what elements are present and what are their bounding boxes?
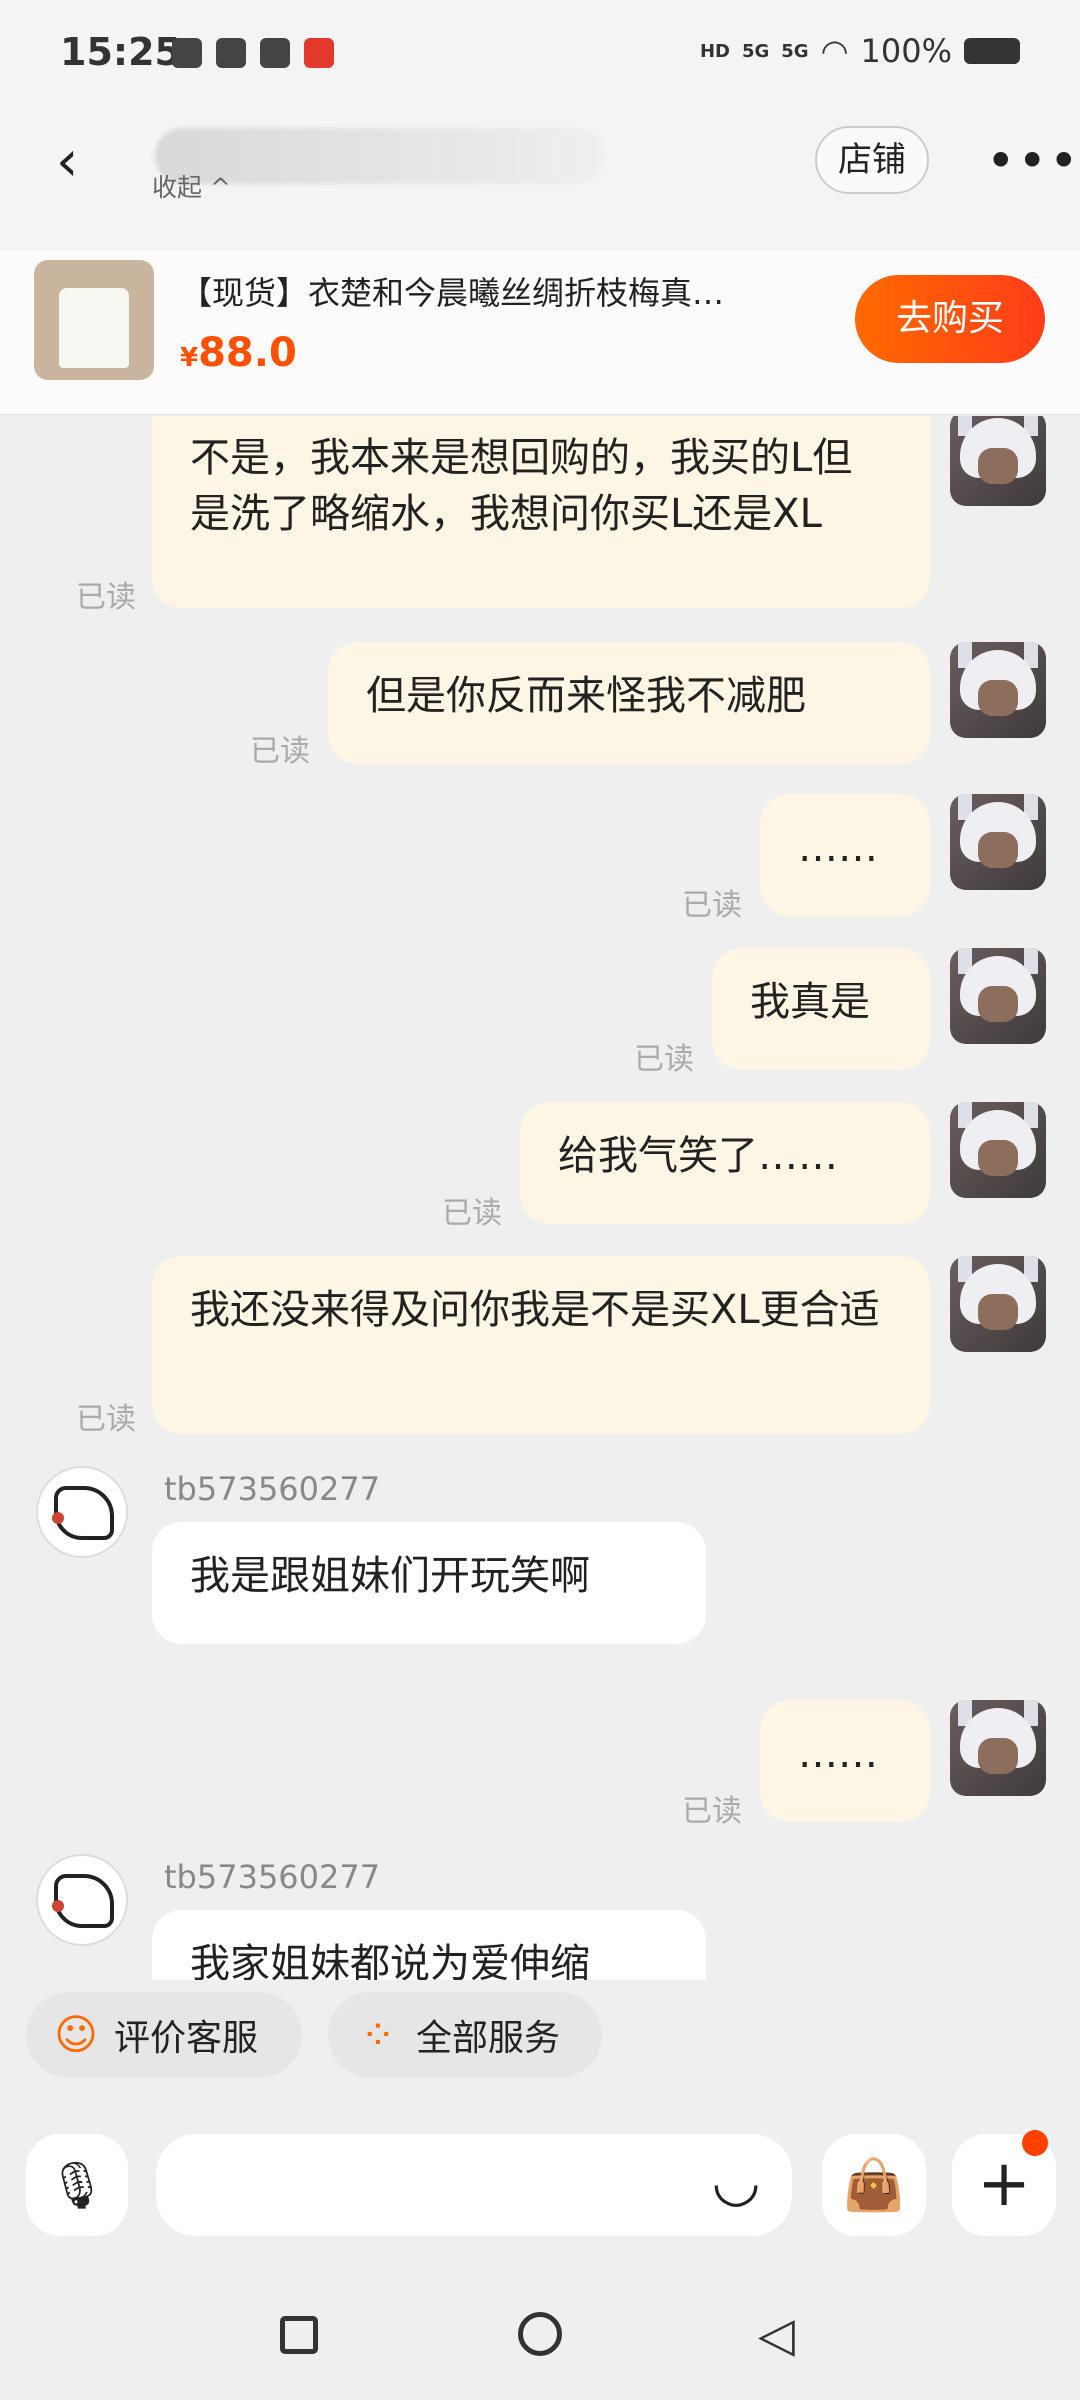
chat-messages[interactable]: 不是，我本来是想回购的，我买的L但是洗了略缩水，我想问你买L还是XL 已读 但是…	[0, 416, 1080, 1980]
my-avatar[interactable]	[950, 1256, 1046, 1352]
wechat-icon	[260, 38, 290, 68]
status-right: HD 5G 5G ◠ 100%	[700, 32, 1020, 70]
product-title[interactable]: 【现货】衣楚和今晨曦丝绸折枝梅真…	[180, 268, 830, 314]
system-nav-bar: ◁	[0, 2256, 1080, 2400]
voice-input-button[interactable]: 🎙	[26, 2134, 128, 2236]
notification-dot	[1022, 2130, 1048, 2156]
battery-percent: 100%	[860, 32, 952, 70]
product-thumbnail[interactable]	[34, 260, 154, 380]
price-value: 88.0	[198, 330, 297, 376]
status-time: 15:25	[60, 30, 181, 74]
read-status: 已读	[250, 734, 310, 769]
grid-icon: ⁘	[360, 2010, 396, 2059]
signal-5g-icon: 5G	[741, 40, 770, 62]
check-notification-icon	[172, 38, 202, 68]
rate-service-label: 评价客服	[114, 2018, 259, 2059]
read-status: 已读	[442, 1196, 502, 1231]
quick-actions: ☺ 评价客服 ⁘ 全部服务	[0, 1980, 1080, 2106]
message-input[interactable]	[156, 2134, 792, 2236]
message-bubble[interactable]: 给我气笑了……	[520, 1102, 930, 1224]
back-button[interactable]: ‹	[56, 134, 116, 194]
all-services-button[interactable]: ⁘ 全部服务	[328, 1992, 602, 2078]
chat-header: ‹ 收起 ^ 店铺 •••	[0, 110, 1080, 250]
my-avatar[interactable]	[950, 948, 1046, 1044]
smile-icon: ☺	[54, 2010, 98, 2059]
status-bar: 15:25 HD 5G 5G ◠ 100%	[0, 0, 1080, 110]
app-notification-icon	[216, 38, 246, 68]
my-avatar[interactable]	[950, 1700, 1046, 1796]
recent-apps-button[interactable]	[280, 2316, 318, 2354]
my-avatar[interactable]	[950, 1102, 1046, 1198]
message-bubble[interactable]: 我真是	[712, 948, 930, 1070]
hd-icon: HD	[699, 40, 730, 62]
more-actions-button[interactable]: +	[952, 2130, 1056, 2236]
shop-username: tb573560277	[164, 1470, 381, 1508]
all-services-label: 全部服务	[416, 2018, 561, 2059]
input-bar: 🎙 ◡ 👜 +	[0, 2106, 1080, 2256]
more-options-button[interactable]: •••	[986, 132, 1080, 190]
read-status: 已读	[682, 1794, 742, 1829]
microphone-icon: 🎙	[47, 2158, 107, 2212]
my-avatar[interactable]	[950, 642, 1046, 738]
message-bubble[interactable]: 我是跟姐妹们开玩笑啊	[152, 1522, 706, 1644]
signal-5g-icon-2: 5G	[781, 40, 809, 62]
my-avatar[interactable]	[950, 416, 1046, 506]
read-status: 已读	[682, 888, 742, 923]
smile-face-icon: ◡	[711, 2149, 761, 2214]
buy-button[interactable]: 去购买	[855, 275, 1045, 363]
read-status: 已读	[76, 580, 136, 615]
shopping-bag-button[interactable]: 👜	[822, 2134, 926, 2236]
read-status: 已读	[634, 1042, 694, 1077]
shop-avatar[interactable]	[36, 1466, 128, 1558]
product-price: ¥88.0	[180, 330, 297, 376]
rate-service-button[interactable]: ☺ 评价客服	[26, 1992, 302, 2078]
shopping-bag-icon: 👜	[842, 2156, 906, 2214]
home-button[interactable]	[518, 2312, 562, 2356]
message-bubble[interactable]: 我还没来得及问你我是不是买XL更合适	[152, 1256, 930, 1434]
store-button[interactable]: 店铺	[815, 126, 929, 194]
message-bubble[interactable]: ……	[760, 1700, 930, 1822]
shop-avatar[interactable]	[36, 1854, 128, 1946]
product-card[interactable]: 【现货】衣楚和今晨曦丝绸折枝梅真… ¥88.0 去购买	[0, 250, 1080, 415]
wifi-icon: ◠	[820, 32, 849, 70]
message-bubble[interactable]: 不是，我本来是想回购的，我买的L但是洗了略缩水，我想问你买L还是XL	[152, 416, 930, 608]
message-bubble[interactable]: 我家姐妹都说为爱伸缩	[152, 1910, 706, 1980]
taobao-icon	[304, 38, 334, 68]
shop-username: tb573560277	[164, 1858, 381, 1896]
message-bubble[interactable]: ……	[760, 794, 930, 916]
read-status: 已读	[76, 1402, 136, 1437]
plus-icon: +	[977, 2147, 1031, 2221]
system-back-button[interactable]: ◁	[758, 2311, 795, 2359]
price-currency: ¥	[180, 343, 199, 373]
notification-icons	[172, 38, 334, 68]
collapse-toggle[interactable]: 收起 ^	[152, 168, 231, 204]
product-image	[59, 288, 129, 368]
my-avatar[interactable]	[950, 794, 1046, 890]
battery-icon	[964, 38, 1020, 64]
emoji-button[interactable]: ◡	[700, 2146, 772, 2218]
message-bubble[interactable]: 但是你反而来怪我不减肥	[328, 642, 930, 764]
